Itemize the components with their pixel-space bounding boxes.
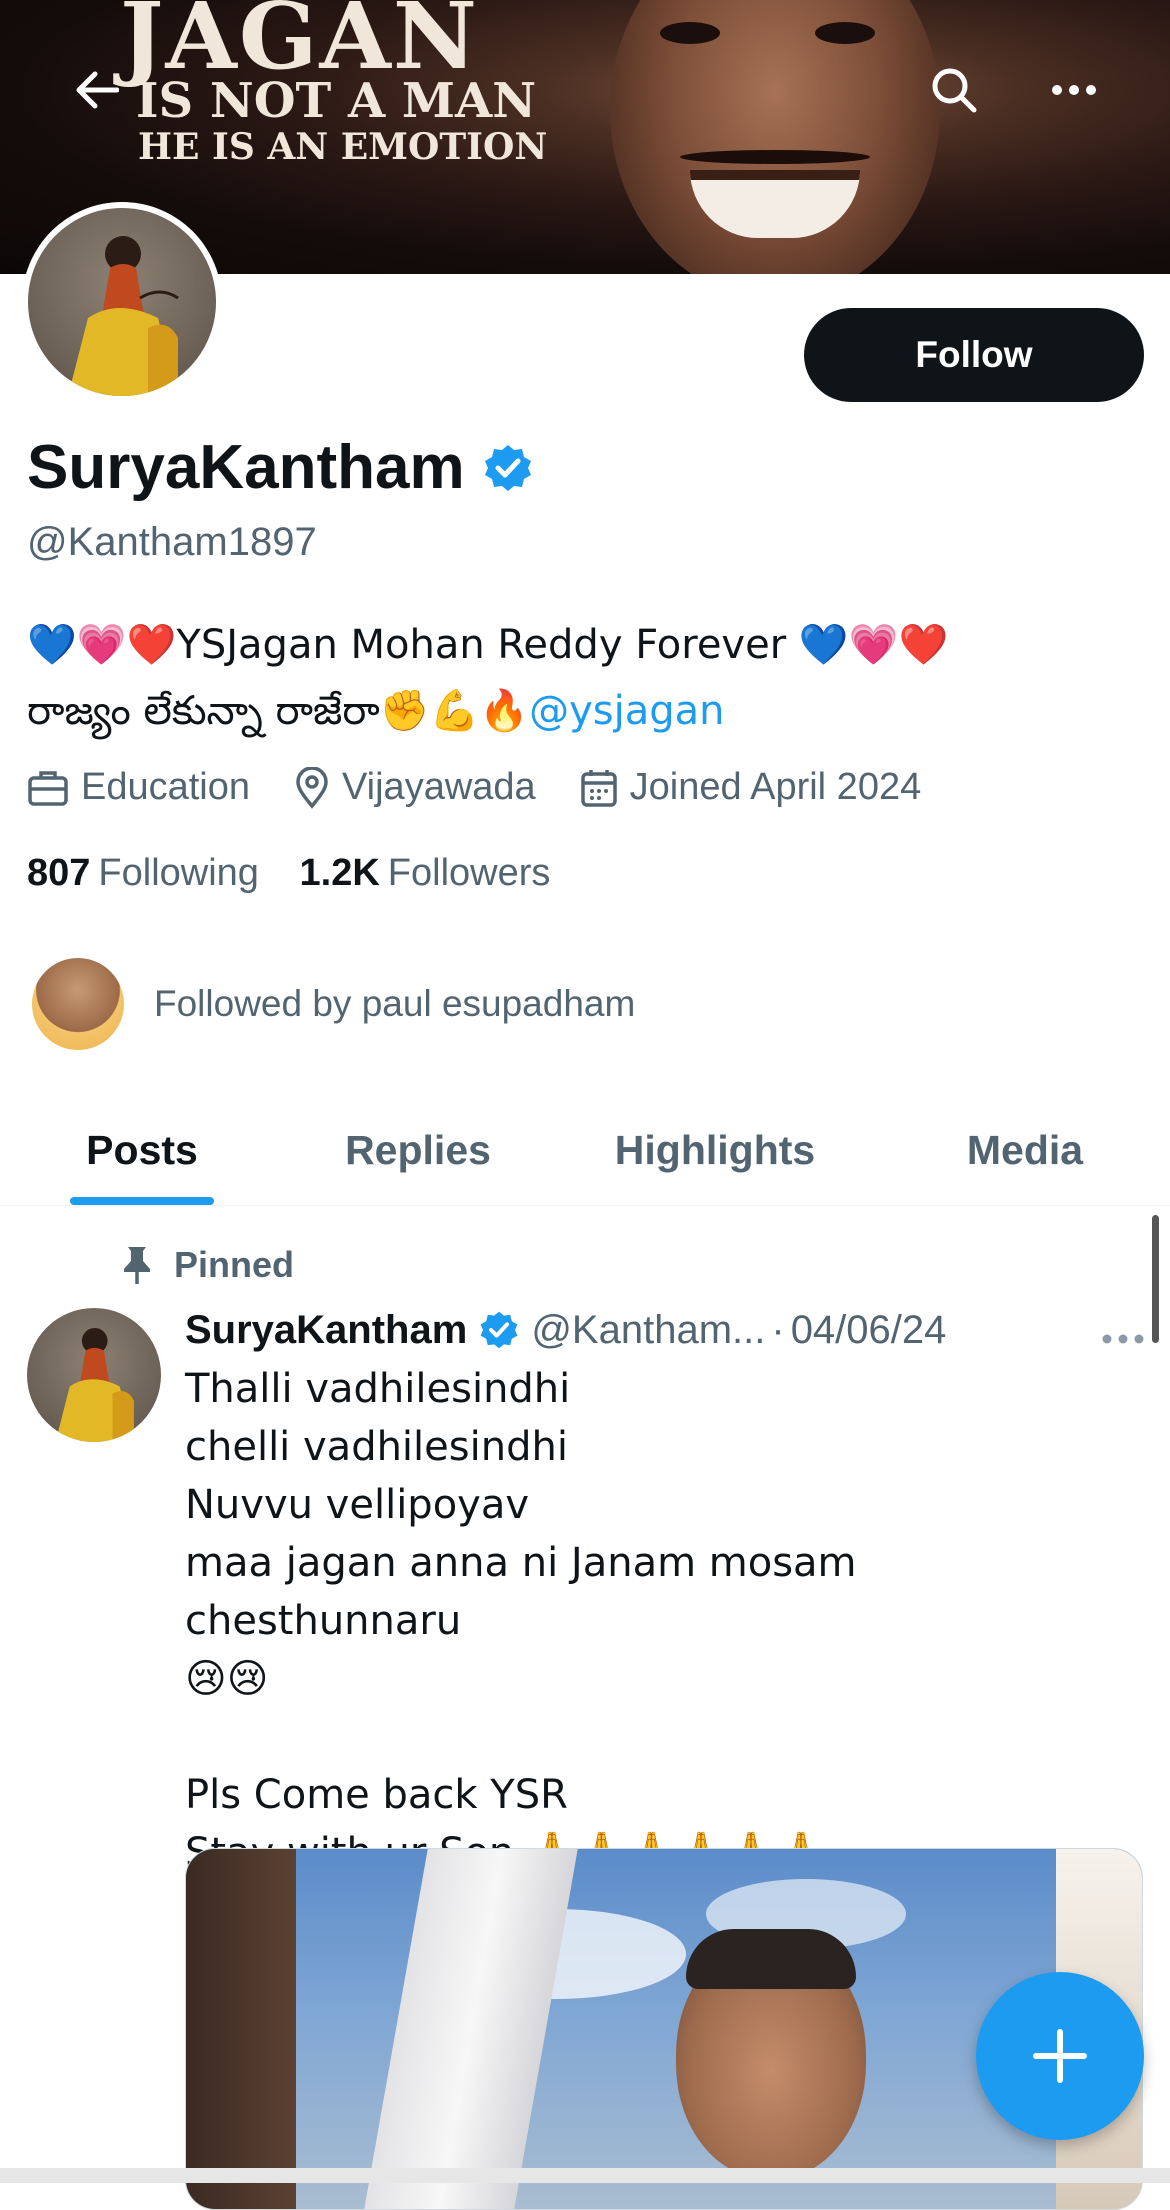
following-link[interactable]: 807 Following	[27, 852, 259, 894]
category-label: Education	[81, 766, 251, 808]
profile-name-row: SuryaKantham	[27, 432, 533, 503]
arrow-left-icon	[76, 71, 119, 109]
bottom-nav-edge	[0, 2168, 1170, 2183]
pinned-indicator: Pinned	[122, 1244, 294, 1286]
profile-name: SuryaKantham	[27, 433, 465, 502]
banner-line2: IS NOT A MAN	[136, 73, 537, 129]
post-avatar-illustration	[55, 1327, 134, 1442]
search-icon	[932, 68, 977, 113]
more-horizontal-icon	[1102, 1334, 1144, 1344]
tab-highlights[interactable]: Highlights	[590, 1095, 840, 1205]
active-tab-indicator	[70, 1197, 214, 1205]
post-more-button[interactable]	[1101, 1310, 1145, 1355]
post-header: SuryaKantham @Kantham... · 04/06/24	[185, 1300, 1145, 1360]
avatar-illustration	[68, 236, 179, 396]
profile-handle: @Kantham1897	[27, 520, 317, 564]
follow-button[interactable]: Follow	[804, 308, 1144, 402]
profile-stats: 807 Following 1.2K Followers	[27, 852, 550, 895]
compose-post-button[interactable]	[976, 1972, 1144, 2140]
banner-title: JAGAN	[120, 0, 479, 90]
followers-count: 1.2K	[299, 852, 380, 894]
followers-link[interactable]: 1.2K Followers	[300, 852, 551, 894]
tab-media[interactable]: Media	[930, 1095, 1120, 1205]
post-date[interactable]: 04/06/24	[791, 1308, 947, 1353]
post-author-avatar[interactable]	[27, 1308, 161, 1442]
bio-mention-link[interactable]: @ysjagan	[529, 688, 724, 734]
banner-line3: HE IS AN EMOTION	[138, 126, 548, 168]
post-author-handle[interactable]: @Kantham...	[531, 1308, 765, 1353]
bio-line-2: రాజ్యం లేకున్నా రాజేరా✊💪🔥@ysjagan	[27, 678, 1147, 744]
back-button[interactable]	[60, 54, 132, 126]
tab-highlights-label: Highlights	[614, 1126, 816, 1173]
location-label: Vijayawada	[342, 766, 536, 808]
calendar-icon	[580, 769, 617, 807]
pin-icon	[124, 1247, 150, 1284]
tab-media-label: Media	[966, 1126, 1084, 1173]
profile-tabs: Posts Replies Highlights Media	[0, 1095, 1170, 1206]
tab-posts[interactable]: Posts	[40, 1095, 244, 1205]
profile-bio: 💙💗❤️YSJagan Mohan Reddy Forever 💙💗❤️ రాజ…	[27, 612, 1147, 744]
briefcase-icon	[28, 770, 68, 806]
banner-text: JAGAN IS NOT A MAN HE IS AN EMOTION	[120, 0, 547, 168]
bio-line-1: 💙💗❤️YSJagan Mohan Reddy Forever 💙💗❤️	[27, 622, 949, 668]
following-count: 807	[27, 852, 91, 894]
tab-replies-label: Replies	[345, 1126, 491, 1173]
profile-meta: Education Vijayawada Joined April 2024	[27, 766, 965, 809]
scrollbar[interactable]	[1152, 1215, 1159, 1343]
more-button[interactable]	[1038, 54, 1110, 126]
profile-location: Vijayawada	[294, 766, 536, 809]
post-text: Thalli vadhilesindhi chelli vadhilesindh…	[185, 1366, 857, 1876]
location-pin-icon	[296, 766, 328, 809]
followed-by[interactable]: Followed by paul esupadham	[32, 958, 635, 1050]
tab-replies[interactable]: Replies	[320, 1095, 516, 1205]
search-button[interactable]	[918, 54, 990, 126]
plus-icon	[1033, 2029, 1087, 2083]
profile-joined: Joined April 2024	[580, 766, 922, 809]
profile-avatar[interactable]	[22, 202, 222, 402]
post-author-name[interactable]: SuryaKantham	[185, 1308, 467, 1353]
follower-avatar	[32, 958, 124, 1050]
post-separator: ·	[771, 1307, 785, 1352]
tab-posts-label: Posts	[86, 1126, 198, 1173]
following-label: Following	[98, 852, 259, 894]
verified-badge-icon[interactable]	[483, 443, 533, 493]
joined-label: Joined April 2024	[629, 766, 922, 808]
profile-category: Education	[27, 766, 250, 809]
pinned-label: Pinned	[174, 1244, 295, 1285]
followers-label: Followers	[387, 852, 551, 894]
more-horizontal-icon	[1052, 85, 1096, 95]
followed-by-text: Followed by paul esupadham	[154, 983, 636, 1024]
bio-line-2-text: రాజ్యం లేకున్నా రాజేరా✊💪🔥	[27, 688, 530, 734]
verified-badge-icon	[480, 1311, 518, 1349]
